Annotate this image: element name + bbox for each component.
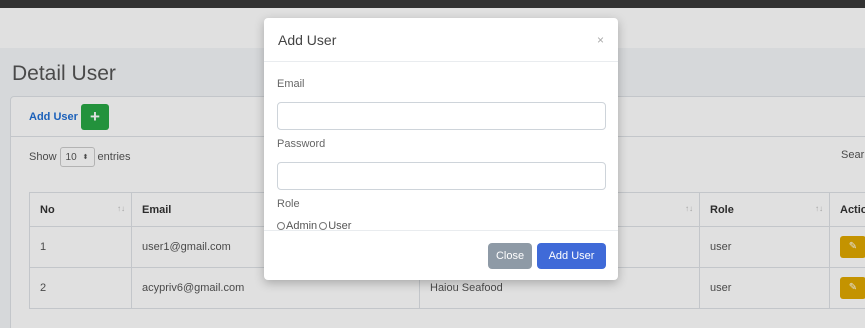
email-label: Email <box>277 78 305 90</box>
close-button[interactable]: Close <box>488 242 532 269</box>
radio-user[interactable] <box>319 222 328 230</box>
add-user-submit-button[interactable]: Add User <box>537 242 606 269</box>
password-label: Password <box>277 138 326 150</box>
modal-body: Email Password Role Admin User <box>264 62 618 232</box>
role-label: Role <box>277 198 300 210</box>
password-field[interactable] <box>277 162 606 190</box>
close-icon[interactable]: × <box>597 33 604 47</box>
email-field[interactable] <box>277 102 606 130</box>
modal-header: Add User × <box>264 18 618 62</box>
add-user-modal: Add User × Email Password Role Admin Use… <box>264 18 618 280</box>
radio-admin[interactable] <box>277 222 285 230</box>
modal-footer: Close Add User <box>264 230 618 280</box>
modal-title: Add User <box>278 31 337 48</box>
